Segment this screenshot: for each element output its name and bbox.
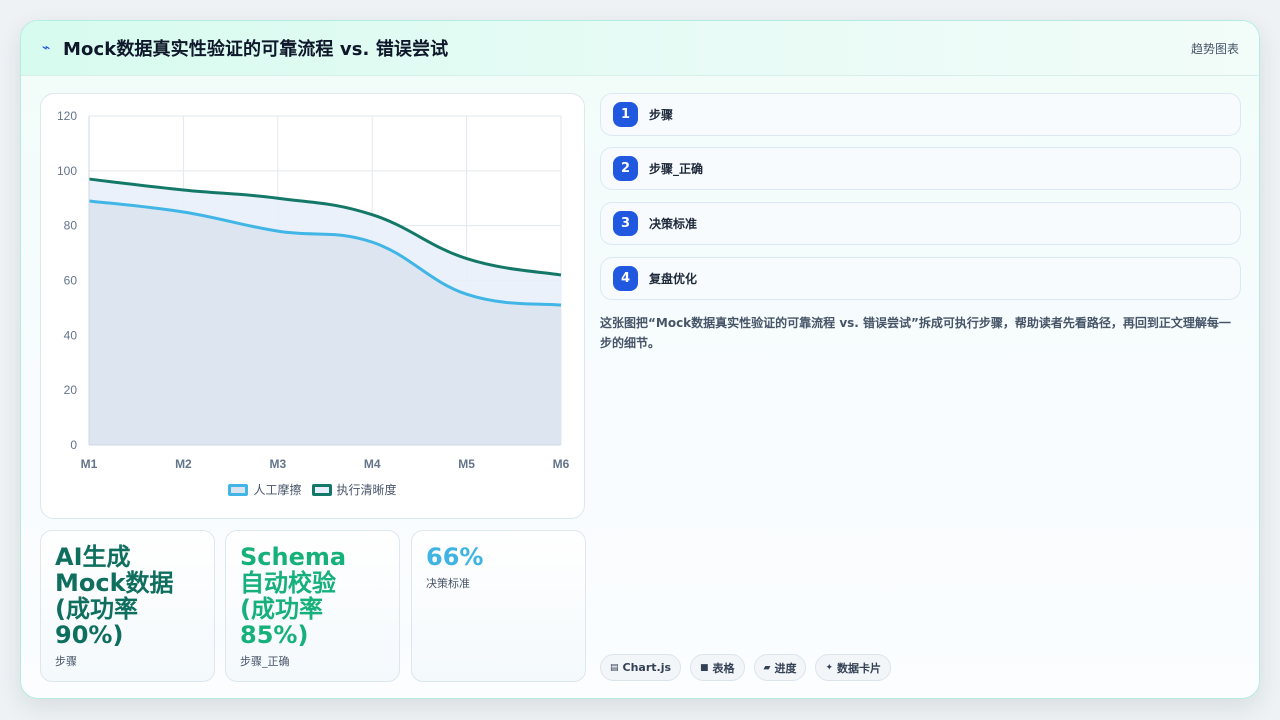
step-label: 决策标准 [649,217,698,231]
y-tick-label: 120 [57,109,77,123]
pill-label: 表格 [712,661,735,675]
step-number-badge: 2 [613,156,638,181]
stat-value: AI生成Mock数据(成功率90%) [55,543,174,649]
pill-label: 数据卡片 [837,661,882,675]
step-item-1[interactable]: 1 步骤 [600,93,1241,136]
area-chart: 0 20 40 60 80 100 120 M1 M2 M3 M4 M5 M6 [57,109,570,471]
stat-card-2: Schema自动校验 (成功率85%) 步骤_正确 [225,530,400,682]
y-tick-label: 40 [64,328,78,342]
chart-icon: ▤ [610,662,619,673]
stat-label: 决策标准 [426,577,470,590]
x-tick-label: M2 [175,457,192,471]
stat-label: 步骤 [55,655,77,668]
pill-progress[interactable]: ▰ 进度 [753,654,807,681]
stat-card-1: AI生成Mock数据(成功率90%) 步骤 [40,530,215,682]
page-title: Mock数据真实性验证的可靠流程 vs. 错误尝试 [63,39,449,60]
x-tick-label: M4 [364,457,381,471]
legend-item-series-1[interactable]: 人工摩擦 [228,481,302,498]
pill-table[interactable]: ■ 表格 [690,654,745,681]
chart-legend: 人工摩擦 执行清晰度 [41,481,584,498]
table-icon: ■ [700,662,709,673]
chart-type-tag: 趋势图表 [1190,41,1239,56]
header: ⌁ Mock数据真实性验证的可靠流程 vs. 错误尝试 趋势图表 [21,21,1259,76]
stat-value: Schema自动校验 (成功率85%) [240,543,347,649]
legend-item-series-2[interactable]: 执行清晰度 [311,481,397,498]
pill-data-card[interactable]: ✦ 数据卡片 [815,654,892,681]
y-tick-label: 80 [64,219,78,233]
step-label: 步骤_正确 [649,162,704,176]
step-item-2[interactable]: 2 步骤_正确 [600,147,1241,190]
y-tick-label: 0 [70,438,77,452]
step-label: 复盘优化 [649,272,698,286]
x-tick-label: M6 [553,457,570,471]
step-number-badge: 1 [613,102,638,127]
x-tick-label: M3 [269,457,286,471]
y-tick-label: 20 [64,383,78,397]
step-number-badge: 4 [613,266,638,291]
legend-label: 人工摩擦 [253,483,302,497]
legend-swatch [311,483,332,496]
stat-card-3: 66% 决策标准 [411,530,586,682]
feature-pills: ▤ Chart.js ■ 表格 ▰ 进度 ✦ 数据卡片 [600,654,892,681]
pill-label: Chart.js [622,661,672,674]
progress-icon: ▰ [763,662,771,673]
step-label: 步骤 [649,108,674,122]
x-tick-label: M5 [458,457,475,471]
pill-chartjs[interactable]: ▤ Chart.js [600,654,682,681]
pill-label: 进度 [774,661,797,675]
step-item-4[interactable]: 4 复盘优化 [600,257,1241,300]
step-item-3[interactable]: 3 决策标准 [600,202,1241,245]
lightning-icon: ⌁ [42,40,51,56]
stat-label: 步骤_正确 [240,655,290,668]
y-tick-label: 60 [64,274,78,288]
area-fill-1 [89,200,561,445]
stat-value: 66% [426,543,484,571]
step-number-badge: 3 [613,211,638,236]
dashboard-frame: ⌁ Mock数据真实性验证的可靠流程 vs. 错误尝试 趋势图表 0 20 40 60… [20,20,1260,699]
legend-swatch [228,483,249,496]
chart-description: 这张图把“Mock数据真实性验证的可靠流程 vs. 错误尝试”拆成可执行步骤，帮… [600,316,1231,350]
sparkle-icon: ✦ [825,662,834,673]
y-tick-label: 100 [57,164,77,178]
x-tick-label: M1 [81,457,98,471]
chart-card: 0 20 40 60 80 100 120 M1 M2 M3 M4 M5 M6 人工摩擦 执行清晰度 [40,93,585,519]
title-group: ⌁ Mock数据真实性验证的可靠流程 vs. 错误尝试 [42,35,448,61]
legend-label: 执行清晰度 [336,483,397,497]
